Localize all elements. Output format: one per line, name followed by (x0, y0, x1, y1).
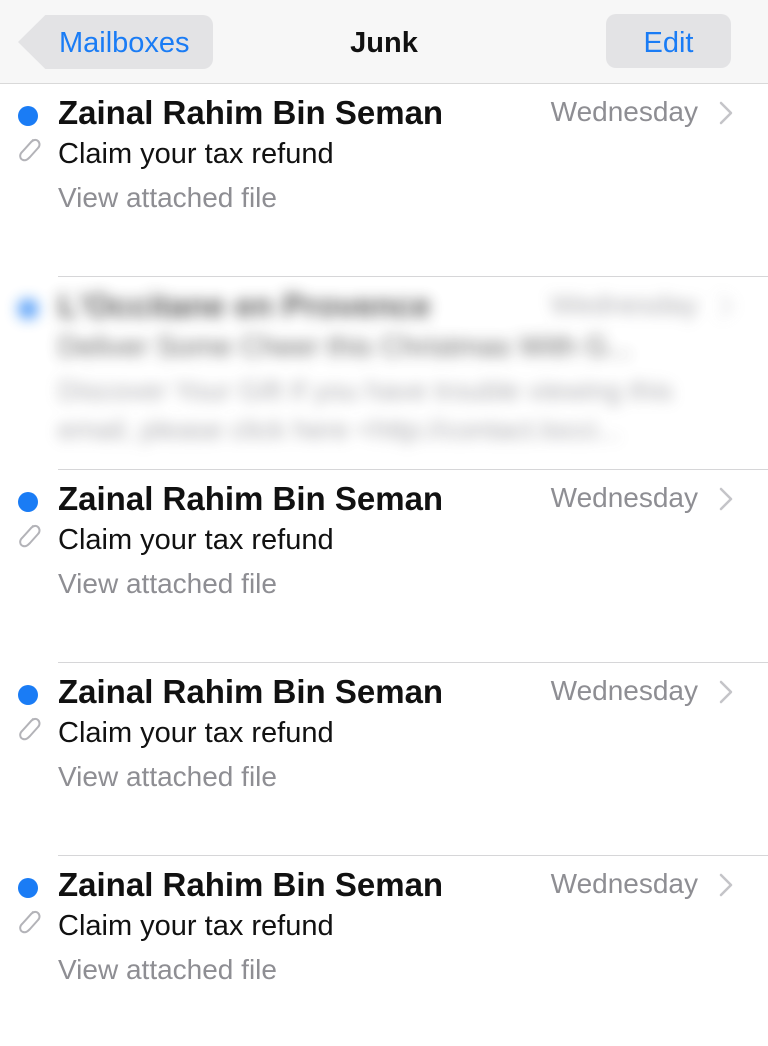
message-subject: Deliver Some Cheer this Christmas With G… (58, 331, 632, 363)
preview-line: View attached file (58, 761, 277, 792)
preview-line: email, please click here <http://contact… (58, 414, 621, 445)
chevron-right-icon (719, 487, 733, 511)
unread-indicator-icon (18, 299, 38, 319)
message-date: Wednesday (550, 675, 698, 706)
message-row[interactable]: Zainal Rahim Bin Seman Wednesday Claim y… (0, 856, 768, 1046)
message-preview: View attached file (58, 950, 718, 989)
unread-indicator-icon (18, 492, 38, 512)
chevron-right-icon (719, 294, 733, 318)
message-preview: View attached file (58, 178, 718, 217)
back-button-label: Mailboxes (59, 27, 190, 59)
message-subject: Claim your tax refund (58, 524, 334, 556)
edit-button[interactable]: Edit (606, 14, 731, 68)
preview-line: View attached file (58, 954, 277, 985)
message-subject: Claim your tax refund (58, 138, 334, 170)
message-row[interactable]: L'Occitane en Provence Wednesday Deliver… (0, 277, 768, 470)
message-sender: L'Occitane en Provence (58, 287, 431, 324)
chevron-right-icon (719, 680, 733, 704)
message-subject: Claim your tax refund (58, 717, 334, 749)
chevron-right-icon (719, 101, 733, 125)
paperclip-icon (19, 910, 41, 934)
message-list: Zainal Rahim Bin Seman Wednesday Claim y… (0, 84, 768, 1046)
message-sender: Zainal Rahim Bin Seman (58, 94, 444, 131)
paperclip-icon (19, 717, 41, 741)
message-date: Wednesday (550, 482, 698, 513)
mail-screen: Mailboxes Junk Edit Zainal Rahim Bin Sem… (0, 0, 768, 1046)
message-preview: Discover Your Gift If you have trouble v… (58, 371, 718, 449)
paperclip-icon (19, 524, 41, 548)
message-date: Wednesday (550, 289, 698, 320)
message-sender: Zainal Rahim Bin Seman (58, 673, 444, 710)
message-subject: Claim your tax refund (58, 910, 334, 942)
message-row[interactable]: Zainal Rahim Bin Seman Wednesday Claim y… (0, 470, 768, 663)
message-row[interactable]: Zainal Rahim Bin Seman Wednesday Claim y… (0, 663, 768, 856)
message-sender: Zainal Rahim Bin Seman (58, 866, 444, 903)
message-preview: View attached file (58, 564, 718, 603)
unread-indicator-icon (18, 106, 38, 126)
message-preview: View attached file (58, 757, 718, 796)
mailboxes-back-button[interactable]: Mailboxes (18, 15, 213, 69)
unread-indicator-icon (18, 878, 38, 898)
message-row[interactable]: Zainal Rahim Bin Seman Wednesday Claim y… (0, 84, 768, 277)
paperclip-icon (19, 138, 41, 162)
chevron-right-icon (719, 873, 733, 897)
preview-line: Discover Your Gift If you have trouble v… (58, 375, 673, 406)
preview-line: View attached file (58, 568, 277, 599)
navigation-bar: Mailboxes Junk Edit (0, 0, 768, 84)
message-sender: Zainal Rahim Bin Seman (58, 480, 444, 517)
message-date: Wednesday (550, 96, 698, 127)
unread-indicator-icon (18, 685, 38, 705)
message-date: Wednesday (550, 868, 698, 899)
preview-line: View attached file (58, 182, 277, 213)
